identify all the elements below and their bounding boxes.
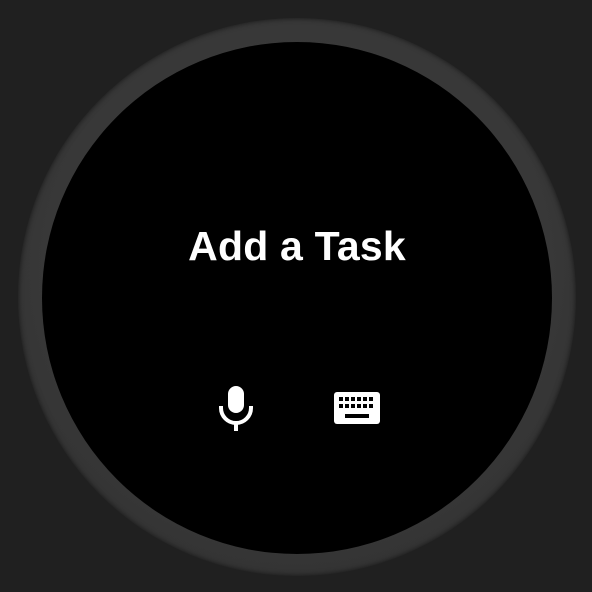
microphone-icon xyxy=(219,386,253,431)
page-title: Add a Task xyxy=(188,223,406,269)
watch-emulator: Add a Task xyxy=(0,0,592,592)
voice-input-button[interactable] xyxy=(204,376,268,440)
watch-screen: Add a Task xyxy=(42,42,552,554)
keyboard-icon xyxy=(334,392,380,424)
keyboard-input-button[interactable] xyxy=(325,376,389,440)
